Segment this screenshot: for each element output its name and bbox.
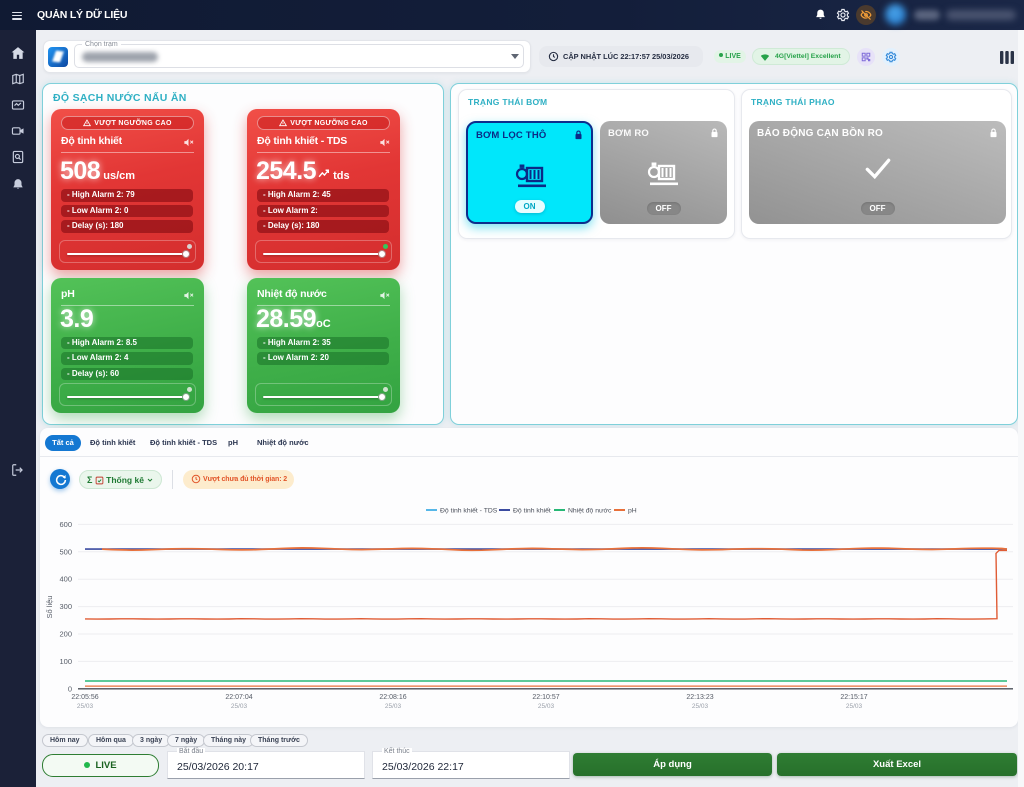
svg-text:Số liệu: Số liệu <box>45 596 54 619</box>
svg-text:25/03: 25/03 <box>692 703 709 710</box>
svg-text:25/03: 25/03 <box>538 703 555 710</box>
svg-text:22:15:17: 22:15:17 <box>840 694 867 701</box>
svg-text:400: 400 <box>59 575 72 584</box>
svg-text:0: 0 <box>68 684 72 693</box>
svg-text:22:08:16: 22:08:16 <box>379 694 406 701</box>
svg-text:25/03: 25/03 <box>385 703 402 710</box>
svg-text:500: 500 <box>59 547 72 556</box>
svg-text:22:05:56: 22:05:56 <box>71 694 98 701</box>
svg-text:200: 200 <box>59 630 72 639</box>
svg-text:22:07:04: 22:07:04 <box>225 694 252 701</box>
svg-text:Nhiệt độ nước: Nhiệt độ nước <box>568 508 612 515</box>
svg-text:pH: pH <box>628 508 637 515</box>
svg-text:25/03: 25/03 <box>846 703 863 710</box>
svg-text:Độ tinh khiết: Độ tinh khiết <box>513 506 551 515</box>
svg-text:Độ tinh khiết - TDS: Độ tinh khiết - TDS <box>440 506 498 515</box>
svg-text:25/03: 25/03 <box>77 703 94 710</box>
svg-text:25/03: 25/03 <box>231 703 248 710</box>
svg-text:22:13:23: 22:13:23 <box>686 694 713 701</box>
svg-text:600: 600 <box>59 520 72 529</box>
svg-text:22:10:57: 22:10:57 <box>532 694 559 701</box>
svg-text:300: 300 <box>59 602 72 611</box>
svg-text:100: 100 <box>59 657 72 666</box>
